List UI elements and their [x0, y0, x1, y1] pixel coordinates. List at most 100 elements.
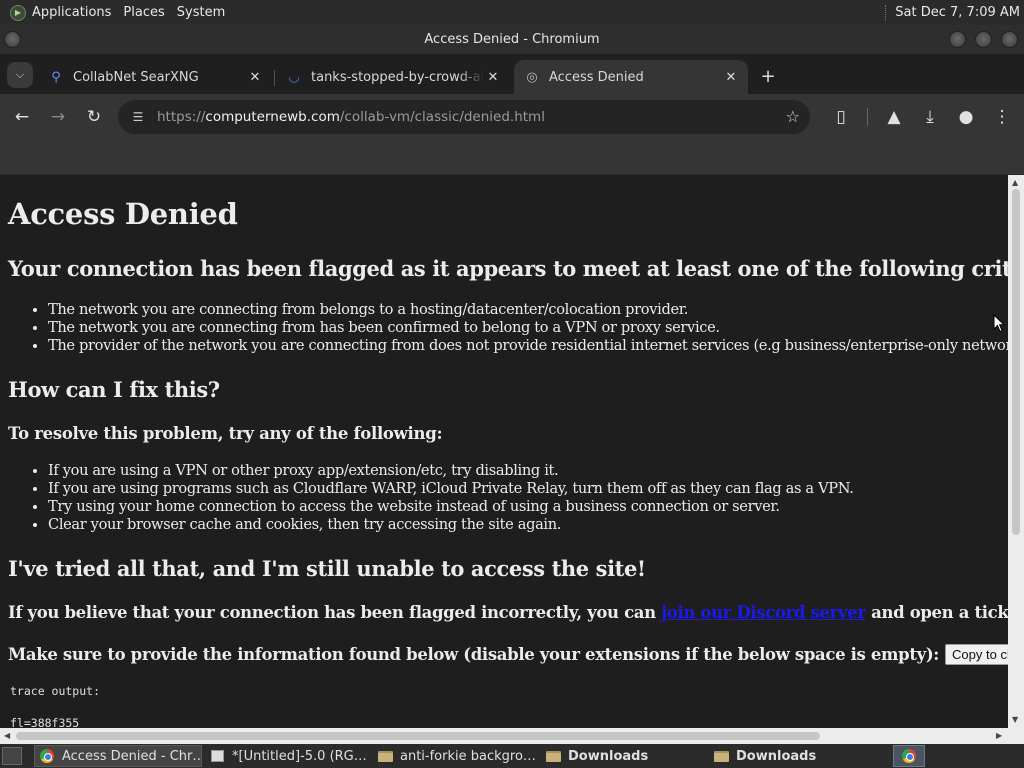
search-icon: ⚲ [51, 69, 61, 85]
window-menu-button[interactable] [4, 31, 21, 48]
menu-applications[interactable]: Applications [26, 0, 117, 25]
extensions-button[interactable]: ▯ [829, 105, 853, 129]
close-tab-icon[interactable]: ✕ [246, 70, 264, 85]
tab-title: Access Denied [549, 69, 644, 85]
scroll-right-icon[interactable]: ▶ [996, 731, 1002, 740]
criteria-list: The network you are connecting from belo… [48, 301, 1008, 355]
provide-info-text: Make sure to provide the information fou… [8, 644, 1008, 665]
list-item: The provider of the network you are conn… [48, 337, 1008, 355]
horizontal-scrollbar[interactable]: ◀ ▶ [0, 728, 1008, 744]
scroll-down-icon[interactable]: ▼ [1012, 715, 1018, 724]
taskbar-item-image-editor[interactable]: *[Untitled]-5.0 (RG… [204, 745, 370, 767]
tab-access-denied[interactable]: ◎ Access Denied ✕ [514, 60, 748, 94]
taskbar-item-label: Downloads [568, 748, 649, 764]
taskbar-item-downloads[interactable]: Downloads [540, 745, 706, 767]
resolve-heading: To resolve this problem, try any of the … [8, 424, 443, 443]
criteria-heading: Your connection has been flagged as it a… [8, 256, 1008, 281]
discord-link[interactable]: join our Discord server [661, 603, 866, 622]
chromium-icon [39, 749, 55, 763]
distro-logo-icon[interactable]: ▶ [10, 4, 26, 21]
loading-icon: ◡ [288, 69, 300, 85]
trace-output[interactable]: fl=388f355 [10, 716, 79, 728]
bookmark-star-icon[interactable]: ☆ [786, 107, 800, 126]
taskbar-item-chromium[interactable]: Access Denied - Chr… [34, 745, 202, 767]
page-viewport: Access Denied Your connection has been f… [0, 175, 1008, 728]
scroll-left-icon[interactable]: ◀ [4, 731, 10, 740]
tray-chromium-icon[interactable] [893, 745, 925, 767]
tab-search-button[interactable]: ⌵ [7, 62, 33, 88]
menu-button[interactable]: ⋮ [990, 105, 1014, 129]
copy-to-clipboard-button[interactable]: Copy to clipboard [945, 644, 1008, 665]
image-editor-icon [209, 749, 225, 763]
fix-heading: How can I fix this? [8, 377, 220, 402]
download-icon: ⤓ [926, 107, 934, 127]
trace-label[interactable]: trace output: [10, 684, 100, 698]
new-tab-button[interactable]: + [756, 64, 780, 88]
vertical-scroll-thumb[interactable] [1012, 189, 1020, 535]
believe-suffix: and open a ticket. [871, 603, 1008, 622]
believe-prefix: If you believe that your connection has … [8, 603, 656, 622]
flagged-incorrectly-text: If you believe that your connection has … [8, 603, 1008, 622]
flask-icon: ▲ [887, 107, 901, 127]
arrow-right-icon: → [50, 107, 66, 127]
menu-places[interactable]: Places [117, 0, 170, 25]
close-tab-icon[interactable]: ✕ [484, 70, 502, 85]
back-button[interactable]: ← [10, 105, 34, 129]
close-window-button[interactable] [1001, 31, 1018, 48]
reload-button[interactable]: ↻ [82, 105, 106, 129]
labs-button[interactable]: ▲ [882, 105, 906, 129]
list-item: The network you are connecting from belo… [48, 301, 1008, 319]
list-item: If you are using a VPN or other proxy ap… [48, 462, 854, 480]
menu-system[interactable]: System [171, 0, 231, 25]
list-item: Clear your browser cache and cookies, th… [48, 516, 854, 534]
bookmarks-bar [0, 140, 1024, 175]
tab-strip: ⌵ ⚲ CollabNet SearXNG ✕ ◡ tanks-stopped-… [0, 54, 1024, 94]
url-scheme: https:// [157, 109, 206, 125]
page-title: Access Denied [8, 197, 238, 231]
panel-separator [885, 4, 887, 21]
tab-title: tanks-stopped-by-crowd-at- [311, 69, 484, 85]
scroll-up-icon[interactable]: ▲ [1012, 178, 1018, 187]
show-desktop-button[interactable] [2, 747, 22, 765]
window-title: Access Denied - Chromium [424, 32, 600, 47]
folder-icon [545, 749, 561, 763]
tab-tanks-article[interactable]: ◡ tanks-stopped-by-crowd-at- ✕ [276, 60, 510, 94]
puzzle-icon: ▯ [836, 107, 846, 127]
list-item: Try using your home connection to access… [48, 498, 854, 516]
folder-icon [377, 749, 393, 763]
minimize-button[interactable] [949, 31, 966, 48]
url-text[interactable]: https://computernewb.com/collab-vm/class… [157, 109, 545, 125]
tab-searxng[interactable]: ⚲ CollabNet SearXNG ✕ [38, 60, 272, 94]
site-info-button[interactable]: ☰ [128, 108, 148, 126]
taskbar-item-label: *[Untitled]-5.0 (RG… [232, 748, 367, 764]
list-item: If you are using programs such as Cloudf… [48, 480, 854, 498]
arrow-left-icon: ← [14, 107, 30, 127]
close-tab-icon[interactable]: ✕ [722, 70, 740, 85]
kebab-menu-icon: ⋮ [993, 107, 1011, 127]
list-item: The network you are connecting from has … [48, 319, 1008, 337]
taskbar-item-downloads-2[interactable]: Downloads [708, 745, 874, 767]
person-icon: ● [958, 107, 974, 127]
window-titlebar[interactable]: Access Denied - Chromium [0, 25, 1024, 54]
taskbar-item-folder[interactable]: anti-forkie backgro… [372, 745, 538, 767]
tried-heading: I've tried all that, and I'm still unabl… [8, 556, 646, 581]
plus-icon: + [760, 65, 776, 87]
taskbar-item-label: anti-forkie backgro… [400, 748, 536, 764]
profile-button[interactable]: ● [954, 105, 978, 129]
clock[interactable]: Sat Dec 7, 7:09 AM [895, 5, 1024, 20]
horizontal-scroll-thumb[interactable] [16, 732, 820, 740]
downloads-button[interactable]: ⤓ [918, 105, 942, 129]
globe-icon: ◎ [526, 69, 538, 85]
taskbar: Access Denied - Chr… *[Untitled]-5.0 (RG… [0, 744, 1024, 768]
reload-icon: ↻ [86, 107, 102, 127]
provide-info-label: Make sure to provide the information fou… [8, 645, 940, 664]
maximize-button[interactable] [975, 31, 992, 48]
taskbar-item-label: Access Denied - Chr… [62, 748, 202, 764]
tab-divider [274, 70, 275, 86]
tune-icon: ☰ [132, 110, 144, 124]
address-bar[interactable]: ☰ https://computernewb.com/collab-vm/cla… [118, 100, 810, 134]
vertical-scrollbar[interactable]: ▲ ▼ [1008, 175, 1024, 728]
forward-button[interactable]: → [46, 105, 70, 129]
url-host: computernewb.com [205, 109, 340, 125]
url-path: /collab-vm/classic/denied.html [339, 109, 545, 125]
